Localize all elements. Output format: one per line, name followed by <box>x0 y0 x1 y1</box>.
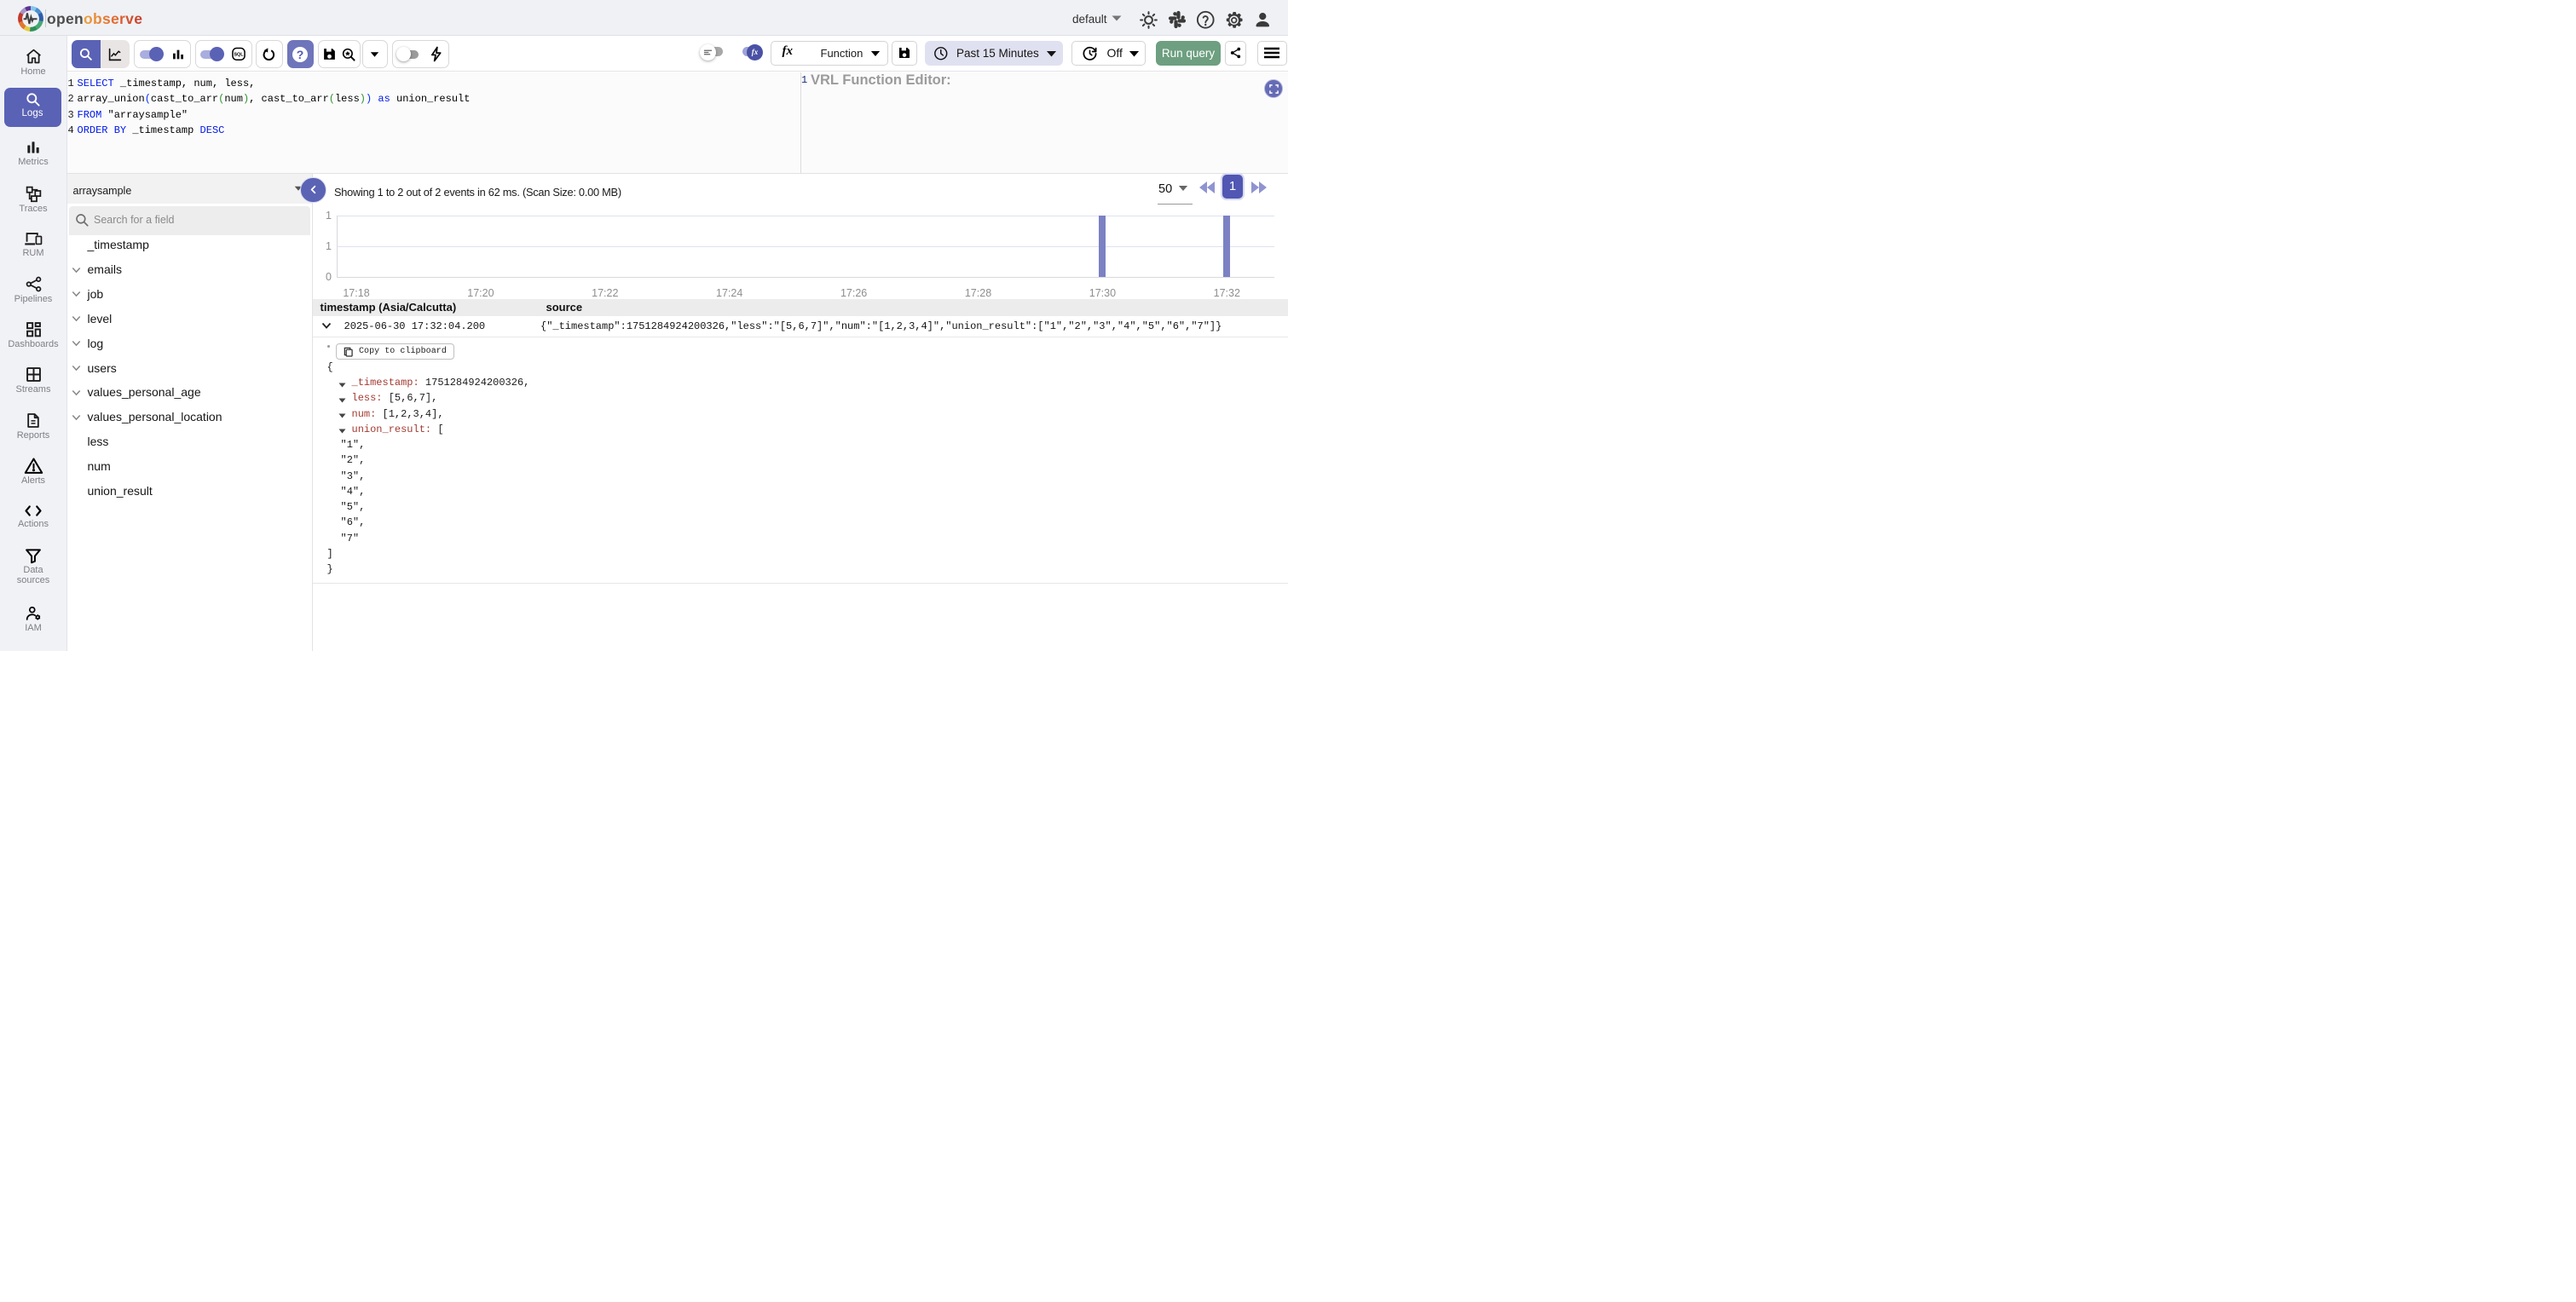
svg-text:SQL: SQL <box>234 53 244 58</box>
